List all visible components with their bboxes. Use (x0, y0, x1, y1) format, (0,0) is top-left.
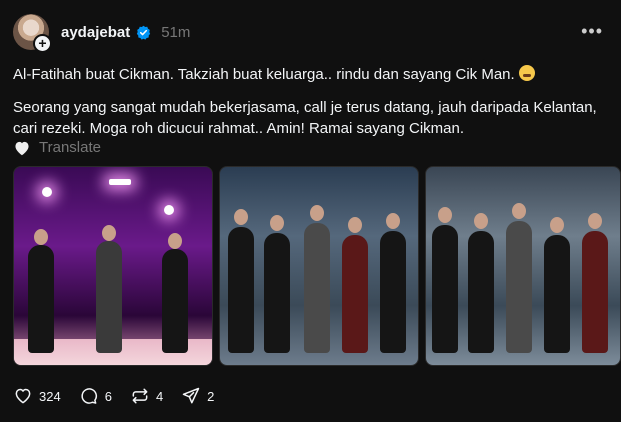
share-count: 2 (207, 388, 215, 404)
performer-figure (28, 245, 54, 353)
photo-carousel[interactable] (13, 166, 621, 366)
repost-count: 4 (155, 388, 164, 404)
group-member-figure (432, 225, 458, 353)
group-member-figure (342, 235, 368, 353)
share-button[interactable]: 2 (181, 386, 214, 406)
group-member-figure (582, 231, 608, 353)
performer-figure (162, 249, 188, 353)
post-header: aydajebat 51m (61, 24, 190, 41)
group-member-figure (380, 231, 406, 353)
more-options-icon[interactable]: ••• (581, 22, 603, 40)
post-time[interactable]: 51m (161, 24, 190, 41)
stage-light (109, 179, 131, 185)
photo-3[interactable] (425, 166, 621, 366)
group-member-head (550, 217, 564, 233)
group-member-head (438, 207, 452, 223)
performer-figure (96, 241, 122, 353)
repost-button[interactable]: 4 (130, 386, 163, 406)
send-icon (182, 387, 200, 404)
group-member-head (512, 203, 526, 219)
photo-2[interactable] (219, 166, 419, 366)
crying-cat-emoji-icon (518, 65, 535, 81)
follow-plus-icon[interactable]: + (33, 34, 52, 53)
heart-icon (15, 388, 31, 404)
performer-head (102, 225, 116, 241)
group-member-head (310, 205, 324, 221)
stage-light (164, 205, 174, 215)
reply-button[interactable]: 6 (79, 386, 112, 406)
reply-count: 6 (104, 388, 112, 404)
group-member-head (348, 217, 362, 233)
white-heart-emoji-icon (15, 141, 29, 155)
group-member-head (386, 213, 400, 229)
comment-bubble-icon (81, 388, 97, 404)
translate-row[interactable]: Translate (13, 139, 101, 156)
group-member-figure (468, 231, 494, 353)
performer-head (168, 233, 182, 249)
action-bar: 324 6 4 2 (13, 386, 232, 406)
username[interactable]: aydajebat (61, 24, 130, 41)
group-member-figure (304, 223, 330, 353)
group-member-head (588, 213, 602, 229)
group-member-figure (544, 235, 570, 353)
performer-head (34, 229, 48, 245)
stage-light (42, 187, 52, 197)
post-text-line1: Al-Fatihah buat Cikman. Takziah buat kel… (13, 65, 535, 85)
group-member-head (474, 213, 488, 229)
group-member-figure (228, 227, 254, 353)
group-member-head (270, 215, 284, 231)
like-button[interactable]: 324 (13, 386, 61, 406)
group-member-figure (264, 233, 290, 353)
group-member-figure (506, 221, 532, 353)
photo-1[interactable] (13, 166, 213, 366)
like-count: 324 (39, 388, 61, 404)
post-text-line2: Seorang yang sangat mudah bekerjasama, c… (13, 99, 597, 137)
post-text-line1-content: Al-Fatihah buat Cikman. Takziah buat kel… (13, 66, 515, 83)
group-member-head (234, 209, 248, 225)
verified-badge-icon (137, 25, 151, 40)
translate-link[interactable]: Translate (39, 139, 101, 156)
repost-icon (132, 388, 148, 404)
